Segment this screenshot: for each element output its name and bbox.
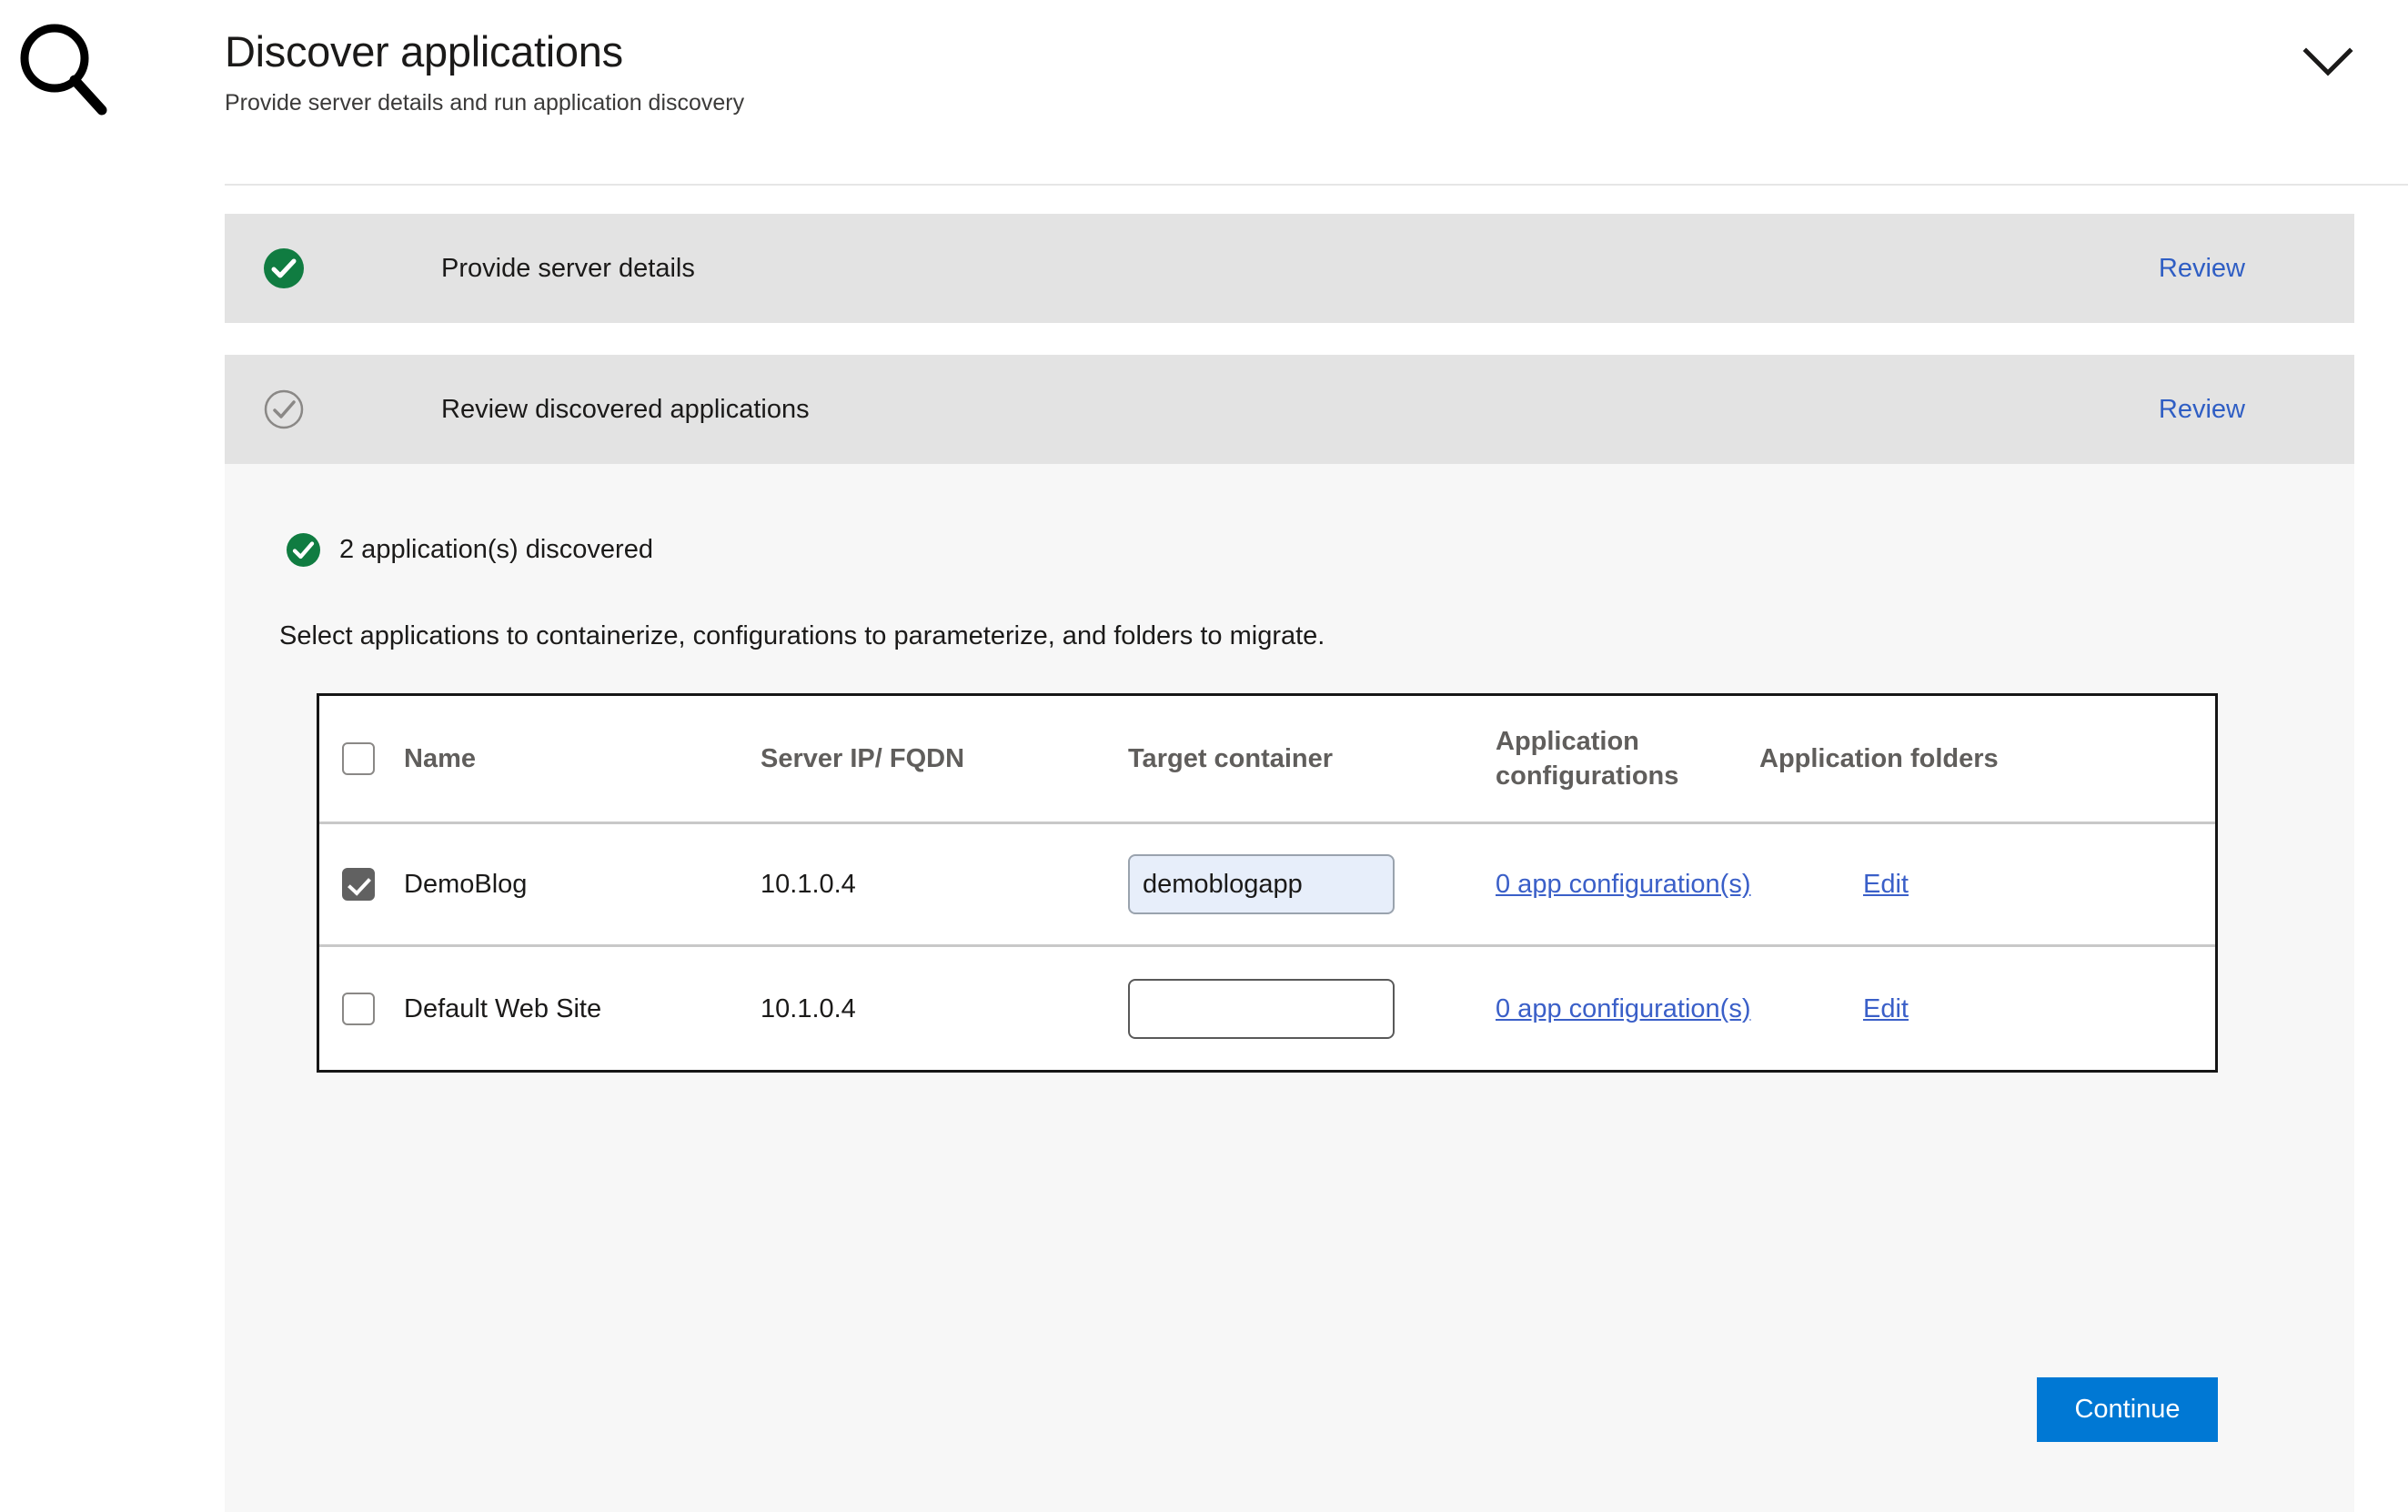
column-header-target-container: Target container: [1128, 744, 1334, 773]
page-subtitle: Provide server details and run applicati…: [225, 90, 745, 116]
check-circle-outline-icon: [264, 389, 304, 429]
wizard-step-label: Review discovered applications: [441, 395, 810, 424]
select-all-checkbox[interactable]: [342, 742, 375, 775]
review-link-step-2[interactable]: Review: [2159, 393, 2245, 426]
wizard-step-review-discovered-applications[interactable]: Review discovered applications Review: [225, 355, 2354, 464]
discovery-status-text: 2 application(s) discovered: [339, 535, 653, 564]
cell-server-ip: 10.1.0.4: [761, 993, 856, 1023]
cell-name: DemoBlog: [404, 870, 528, 899]
cell-target-container: [1128, 978, 1496, 1039]
page-header: Discover applications Provide server det…: [0, 0, 2408, 186]
row-select-cell: [319, 992, 404, 1025]
row-checkbox[interactable]: [342, 992, 375, 1025]
page-title: Discover applications: [225, 27, 623, 76]
cell-application-folders: Edit: [1863, 868, 2209, 901]
wizard-step-label: Provide server details: [441, 254, 695, 283]
cell-application-folders: Edit: [1863, 993, 2209, 1025]
applications-table: Name Server IP/ FQDN Target container Ap…: [317, 693, 2218, 1073]
app-configurations-link[interactable]: 0 app configuration(s): [1496, 868, 1751, 901]
column-header-name: Name: [404, 744, 476, 773]
column-header-application-folders: Application folders: [1759, 744, 1999, 773]
check-circle-filled-icon: [287, 533, 320, 567]
wizard-step-provide-server-details[interactable]: Provide server details Review: [225, 214, 2354, 323]
table-header-row: Name Server IP/ FQDN Target container Ap…: [319, 696, 2215, 824]
target-container-input[interactable]: [1128, 854, 1395, 914]
cell-name: Default Web Site: [404, 993, 602, 1023]
table-row: DemoBlog 10.1.0.4 0 app configuration(s)…: [319, 824, 2215, 947]
magnifying-glass-icon: [16, 20, 116, 120]
column-header-application-configurations: Application configurations: [1496, 727, 1679, 791]
column-header-server-ip: Server IP/ FQDN: [761, 744, 965, 773]
cell-server-ip: 10.1.0.4: [761, 870, 856, 899]
table-row: Default Web Site 10.1.0.4 0 app configur…: [319, 947, 2215, 1070]
wizard-steps: Provide server details Review Review dis…: [225, 214, 2354, 1512]
review-link-step-1[interactable]: Review: [2159, 252, 2245, 285]
instruction-text: Select applications to containerize, con…: [279, 621, 1325, 650]
header-text-block: Discover applications Provide server det…: [225, 25, 744, 118]
app-folders-edit-link[interactable]: Edit: [1863, 993, 1909, 1025]
chevron-down-icon[interactable]: [2302, 44, 2353, 80]
step-content-panel: 2 application(s) discovered Select appli…: [225, 464, 2354, 1512]
row-checkbox[interactable]: [342, 868, 375, 901]
target-container-input[interactable]: [1128, 978, 1395, 1039]
cell-application-configurations: 0 app configuration(s): [1496, 993, 1863, 1025]
row-select-cell: [319, 868, 404, 901]
app-folders-edit-link[interactable]: Edit: [1863, 868, 1909, 901]
cell-target-container: [1128, 854, 1496, 914]
check-circle-filled-icon: [264, 248, 304, 288]
header-divider: [225, 184, 2408, 186]
step-separator: [225, 323, 2354, 355]
cell-application-configurations: 0 app configuration(s): [1496, 868, 1863, 901]
app-configurations-link[interactable]: 0 app configuration(s): [1496, 993, 1751, 1025]
continue-button[interactable]: Continue: [2037, 1377, 2218, 1442]
select-all-cell: [319, 742, 404, 775]
discovery-status: 2 application(s) discovered: [287, 533, 653, 567]
